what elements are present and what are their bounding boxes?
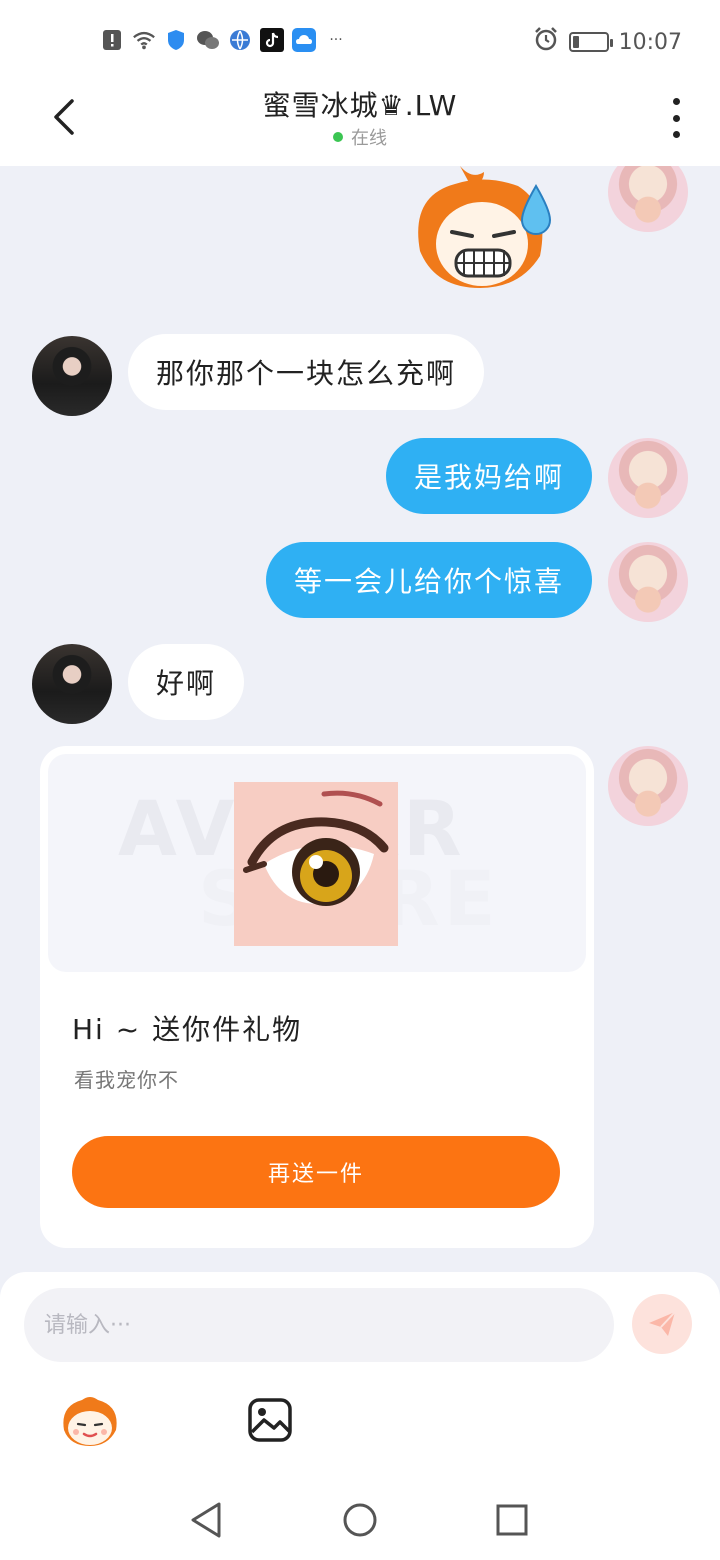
gift-banner: AVATAR STORE	[48, 754, 586, 972]
chat-message-list: 那你那个一块怎么充啊 是我妈给啊 等一会儿给你个惊喜 好啊 AVATAR STO…	[0, 166, 720, 1272]
clock-text: 10:07	[618, 29, 682, 55]
battery-icon	[568, 32, 613, 52]
circle-home-icon	[343, 1503, 377, 1537]
gift-eye-image	[234, 782, 398, 946]
my-avatar[interactable]	[608, 438, 688, 518]
nav-recents-button[interactable]	[490, 1498, 534, 1542]
my-avatar[interactable]	[608, 542, 688, 622]
status-icons: ···	[100, 28, 348, 52]
message-bubble-incoming[interactable]: 好啊	[128, 644, 245, 720]
chat-title: 蜜雪冰城♛.LW	[262, 89, 458, 122]
online-status-text: 在线	[351, 128, 387, 149]
alarm-icon	[533, 26, 559, 58]
sticker-message	[418, 166, 552, 288]
message-bubble-outgoing[interactable]: 是我妈给啊	[385, 438, 592, 514]
online-dot	[333, 132, 343, 142]
gift-subtitle: 看我宠你不	[74, 1068, 179, 1092]
wifi-icon	[132, 28, 156, 52]
alert-icon	[100, 28, 124, 52]
status-right: 10:07	[533, 26, 682, 58]
nav-home-button[interactable]	[338, 1498, 382, 1542]
message-bubble-incoming[interactable]: 那你那个一块怎么充啊	[128, 334, 485, 410]
triangle-back-icon	[191, 1502, 221, 1538]
nav-back-button[interactable]	[184, 1498, 228, 1542]
chat-header: 蜜雪冰城♛.LW 在线	[0, 82, 720, 166]
browser-icon	[228, 28, 252, 52]
contact-avatar[interactable]	[32, 644, 112, 724]
my-avatar[interactable]	[608, 166, 688, 232]
sticker-picker-icon[interactable]	[58, 1392, 122, 1448]
status-bar: ··· 10:07	[0, 0, 720, 82]
more-dots-icon: ···	[329, 32, 343, 48]
wechat-icon	[196, 28, 220, 52]
image-picker-icon[interactable]	[246, 1396, 294, 1444]
my-avatar[interactable]	[608, 746, 688, 826]
message-input[interactable]	[24, 1288, 614, 1362]
square-recents-icon	[496, 1504, 528, 1536]
tiktok-icon	[260, 28, 284, 52]
send-icon	[649, 1311, 676, 1336]
cloud-icon	[292, 28, 316, 52]
online-status: 在线	[0, 124, 720, 150]
shield-icon	[164, 28, 188, 52]
contact-avatar[interactable]	[32, 336, 112, 416]
send-button[interactable]	[632, 1294, 692, 1354]
more-menu-button[interactable]	[666, 98, 686, 138]
message-bubble-outgoing[interactable]: 等一会儿给你个惊喜	[265, 542, 592, 618]
system-nav-bar	[0, 1480, 720, 1560]
gift-card[interactable]: AVATAR STORE Hi ~ 送你件礼物 看我宠你不 再送一件	[40, 746, 594, 1248]
send-another-gift-button[interactable]: 再送一件	[72, 1136, 560, 1208]
gift-title: Hi ~ 送你件礼物	[72, 1013, 303, 1046]
